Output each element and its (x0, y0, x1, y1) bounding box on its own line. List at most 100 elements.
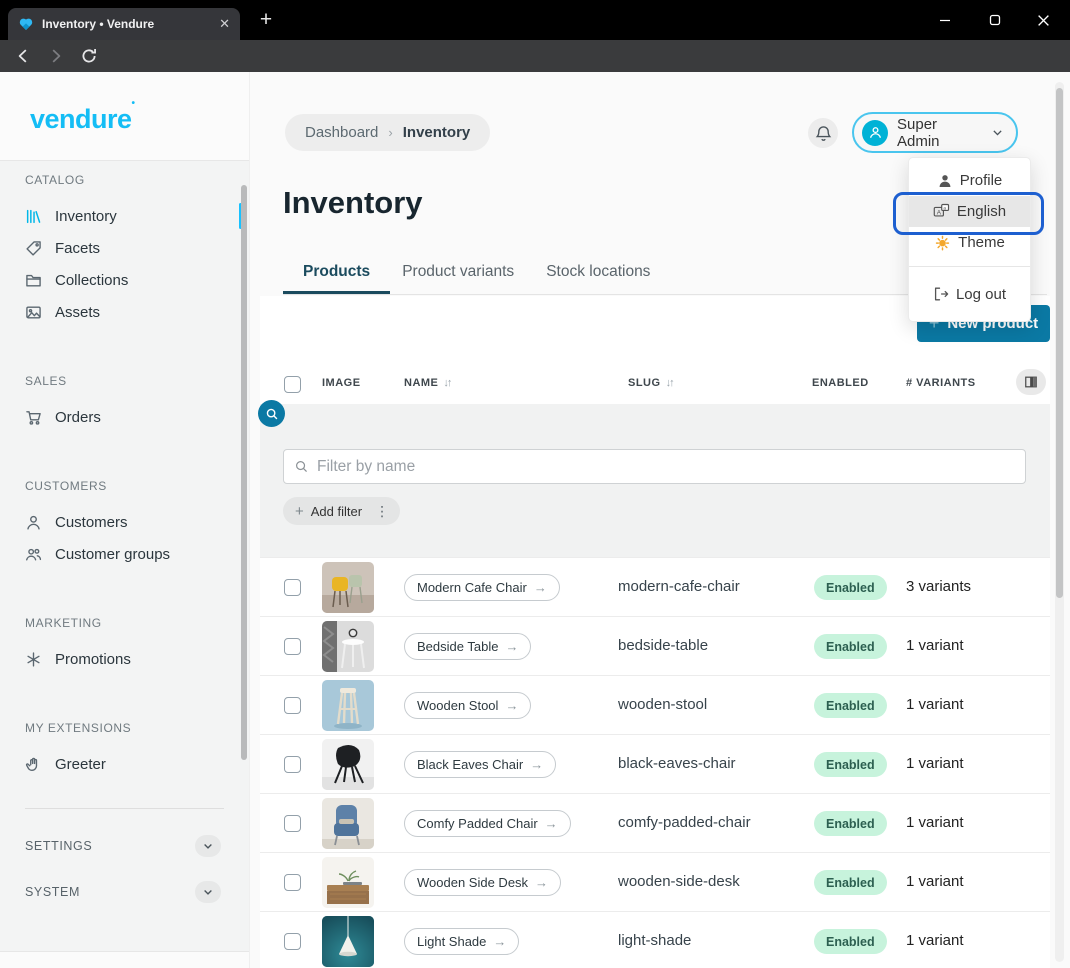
sidebar-item-greeter[interactable]: Greeter (0, 748, 249, 780)
sidebar-item-collections[interactable]: Collections (0, 264, 249, 296)
menu-item-log-out[interactable]: Log out (909, 276, 1030, 312)
vendure-logo[interactable]: vendure• (30, 104, 135, 135)
product-name: Black Eaves Chair (417, 757, 523, 772)
product-name-link[interactable]: Bedside Table→ (404, 633, 531, 660)
product-thumbnail (322, 798, 374, 849)
search-icon (294, 459, 309, 474)
sidebar-item-customers[interactable]: Customers (0, 506, 249, 538)
column-settings-button[interactable] (1016, 369, 1046, 395)
product-rows: Modern Cafe Chair→modern-cafe-chairEnabl… (260, 557, 1050, 968)
columns-icon (1024, 375, 1038, 389)
column-header-slug[interactable]: SLUG↓↑ (628, 377, 673, 389)
sidebar-item-inventory[interactable]: Inventory (0, 200, 249, 232)
main-scrollbar-track[interactable] (1055, 82, 1064, 962)
select-all-checkbox[interactable] (284, 376, 301, 393)
chevron-down-icon[interactable] (195, 881, 221, 903)
sidebar-item-orders[interactable]: Orders (0, 401, 249, 433)
product-name-link[interactable]: Light Shade→ (404, 928, 519, 955)
arrow-right-icon: → (535, 875, 548, 890)
users-icon (25, 546, 42, 563)
window-close-icon[interactable] (1020, 0, 1066, 40)
arrow-right-icon: → (493, 934, 506, 949)
add-filter-button[interactable]: + Add filter ⋮ (283, 497, 400, 525)
kebab-menu-icon[interactable]: ⋮ (369, 503, 390, 520)
tab-close-icon[interactable]: ✕ (219, 16, 230, 32)
variants-count: 3 variants (906, 578, 971, 595)
section-label: CATALOG (25, 173, 249, 187)
product-name-link[interactable]: Wooden Stool→ (404, 692, 531, 719)
sort-icon[interactable]: ↓↑ (666, 377, 673, 389)
row-checkbox[interactable] (284, 638, 301, 655)
sidebar-item-assets[interactable]: Assets (0, 296, 249, 328)
back-icon[interactable] (14, 47, 32, 65)
main-scrollbar-thumb[interactable] (1056, 88, 1063, 598)
sidebar-section-system[interactable]: SYSTEM (0, 869, 249, 915)
row-checkbox[interactable] (284, 815, 301, 832)
row-checkbox[interactable] (284, 697, 301, 714)
notifications-button[interactable] (808, 118, 838, 148)
filter-by-name-input[interactable] (317, 458, 1015, 476)
row-checkbox[interactable] (284, 874, 301, 891)
table-row: Comfy Padded Chair→comfy-padded-chairEna… (260, 793, 1050, 852)
forward-icon[interactable] (47, 47, 65, 65)
sort-icon[interactable]: ↓↑ (443, 377, 450, 389)
user-menu-button[interactable]: Super Admin (852, 112, 1018, 153)
asterisk-icon (25, 651, 42, 668)
chevron-right-icon: › (388, 125, 392, 140)
breadcrumb-inventory[interactable]: Inventory (403, 124, 471, 141)
row-checkbox[interactable] (284, 756, 301, 773)
section-label: MARKETING (25, 616, 249, 630)
new-tab-button[interactable]: + (252, 6, 280, 34)
chevron-down-icon (991, 126, 1004, 139)
bell-icon (815, 125, 832, 142)
product-slug: bedside-table (618, 637, 708, 654)
search-button[interactable] (258, 400, 285, 427)
window-maximize-icon[interactable] (972, 0, 1018, 40)
product-name-link[interactable]: Modern Cafe Chair→ (404, 574, 560, 601)
breadcrumb[interactable]: Dashboard › Inventory (285, 114, 490, 151)
menu-item-english[interactable]: AaEnglish (909, 196, 1030, 227)
product-slug: wooden-side-desk (618, 873, 740, 890)
sidebar-item-facets[interactable]: Facets (0, 232, 249, 264)
sidebar-item-label: Collections (55, 272, 128, 289)
product-name-link[interactable]: Comfy Padded Chair→ (404, 810, 571, 837)
filter-input-wrap[interactable] (283, 449, 1026, 484)
column-header-name[interactable]: NAME↓↑ (404, 377, 450, 389)
window-minimize-icon[interactable] (922, 0, 968, 40)
variants-count: 1 variant (906, 814, 964, 831)
product-name: Wooden Stool (417, 698, 498, 713)
menu-item-profile[interactable]: Profile (909, 165, 1030, 196)
sidebar-item-promotions[interactable]: Promotions (0, 643, 249, 675)
sidebar-item-customer-groups[interactable]: Customer groups (0, 538, 249, 570)
filter-zone: + Add filter ⋮ (260, 404, 1050, 557)
tab-products[interactable]: Products (303, 263, 370, 294)
row-checkbox[interactable] (284, 933, 301, 950)
status-badge: Enabled (814, 752, 887, 777)
chevron-down-icon[interactable] (195, 835, 221, 857)
sidebar-item-label: Customer groups (55, 546, 170, 563)
row-checkbox[interactable] (284, 579, 301, 596)
product-name-link[interactable]: Wooden Side Desk→ (404, 869, 561, 896)
table-header: IMAGE NAME↓↑ SLUG↓↑ ENABLED # VARIANTS (260, 366, 1050, 404)
status-badge: Enabled (814, 575, 887, 600)
tab-product-variants[interactable]: Product variants (402, 263, 514, 294)
breadcrumb-dashboard[interactable]: Dashboard (305, 124, 378, 141)
menu-item-theme[interactable]: Theme (909, 227, 1030, 258)
app-window: vendure• CATALOGInventoryFacetsCollectio… (0, 72, 1070, 968)
sidebar-item-label: Orders (55, 409, 101, 426)
product-name-link[interactable]: Black Eaves Chair→ (404, 751, 556, 778)
product-name: Modern Cafe Chair (417, 580, 527, 595)
sidebar-scrollbar[interactable] (241, 185, 247, 760)
product-slug: wooden-stool (618, 696, 707, 713)
menu-item-label: Theme (958, 234, 1005, 251)
product-slug: black-eaves-chair (618, 755, 736, 772)
reload-icon[interactable] (80, 47, 98, 65)
cart-icon (25, 409, 42, 426)
browser-tab[interactable]: Inventory • Vendure ✕ (8, 8, 240, 40)
column-header-enabled: ENABLED (812, 377, 869, 389)
table-row: Black Eaves Chair→ black-eaves-chair Enabl… (260, 734, 1050, 793)
sidebar-section-settings[interactable]: SETTINGS (0, 823, 249, 869)
status-badge: Enabled (814, 634, 887, 659)
section-label: MY EXTENSIONS (25, 721, 249, 735)
tab-stock-locations[interactable]: Stock locations (546, 263, 650, 294)
